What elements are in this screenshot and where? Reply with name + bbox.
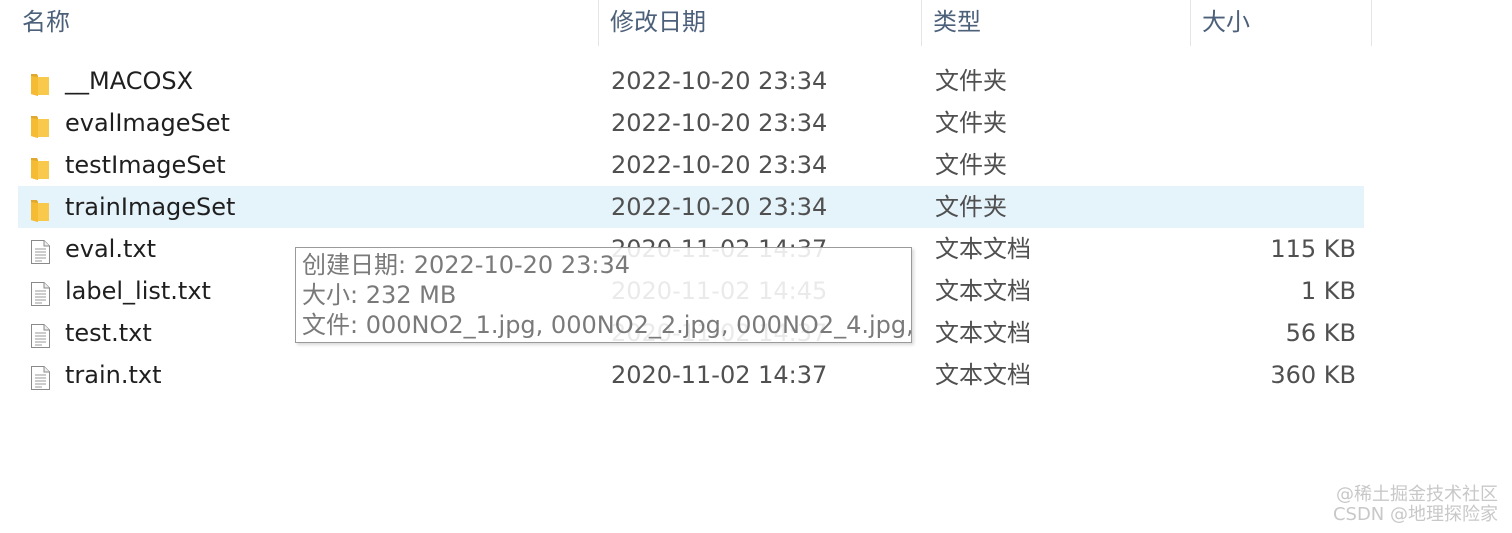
column-header-modified-label: 修改日期: [610, 8, 706, 36]
file-type: 文件夹: [935, 151, 1007, 179]
text-file-icon: [28, 278, 52, 306]
file-name: __MACOSX: [65, 67, 194, 95]
tooltip-size: 大小: 232 MB: [302, 281, 457, 309]
folder-info-tooltip: 创建日期: 2022-10-20 23:34 大小: 232 MB 文件: 00…: [295, 247, 912, 343]
file-name: trainImageSet: [65, 193, 236, 221]
column-divider[interactable]: [921, 0, 922, 46]
file-modified-date: 2022-10-20 23:34: [611, 109, 828, 137]
file-type: 文件夹: [935, 109, 1007, 137]
file-row[interactable]: testImageSet 2022-10-20 23:34 文件夹: [18, 144, 1364, 186]
watermark: @稀土掘金技术社区 CSDN @地理探险家: [1333, 485, 1498, 525]
column-divider[interactable]: [598, 0, 599, 46]
column-header-size-label: 大小: [1202, 8, 1250, 36]
folder-icon: [28, 152, 52, 180]
text-file-icon: [28, 320, 52, 348]
file-type: 文本文档: [935, 235, 1031, 263]
file-type: 文件夹: [935, 193, 1007, 221]
folder-icon: [28, 110, 52, 138]
column-header-modified[interactable]: 修改日期: [600, 0, 922, 46]
file-row[interactable]: evalImageSet 2022-10-20 23:34 文件夹: [18, 102, 1364, 144]
file-list: __MACOSX 2022-10-20 23:34 文件夹 evalImageSet 2…: [18, 60, 1364, 396]
file-name: train.txt: [65, 361, 162, 389]
file-type: 文本文档: [935, 319, 1031, 347]
file-name: eval.txt: [65, 235, 156, 263]
column-header-size[interactable]: 大小: [1192, 0, 1372, 46]
file-size: 115 KB: [1270, 235, 1356, 263]
text-file-icon: [28, 362, 52, 390]
file-type: 文本文档: [935, 361, 1031, 389]
file-size: 56 KB: [1285, 319, 1356, 347]
watermark-line-1: @稀土掘金技术社区: [1336, 484, 1498, 505]
watermark-line-2: CSDN @地理探险家: [1332, 504, 1498, 525]
file-modified-date: 2022-10-20 23:34: [611, 151, 828, 179]
text-file-icon: [28, 236, 52, 264]
file-name: testImageSet: [65, 151, 226, 179]
file-modified-date: 2020-11-02 14:37: [611, 361, 828, 389]
file-modified-date: 2022-10-20 23:34: [611, 67, 828, 95]
file-row[interactable]: train.txt 2020-11-02 14:37 文本文档 360 KB: [18, 354, 1364, 396]
column-divider[interactable]: [1190, 0, 1191, 46]
file-size: 1 KB: [1300, 277, 1356, 305]
folder-icon: [28, 194, 52, 222]
column-header-name-label: 名称: [22, 8, 70, 36]
file-modified-date: 2022-10-20 23:34: [611, 193, 828, 221]
file-explorer: ^ 名称 修改日期 类型 大小 __MACOSX 2022-10-20 23:34…: [0, 0, 1512, 533]
column-header-type[interactable]: 类型: [923, 0, 1191, 46]
file-type: 文件夹: [935, 67, 1007, 95]
file-name: evalImageSet: [65, 109, 230, 137]
file-row[interactable]: __MACOSX 2022-10-20 23:34 文件夹: [18, 60, 1364, 102]
file-name: test.txt: [65, 319, 152, 347]
column-divider[interactable]: [1371, 0, 1372, 46]
file-type: 文本文档: [935, 277, 1031, 305]
column-header-type-label: 类型: [933, 8, 981, 36]
tooltip-created-date: 创建日期: 2022-10-20 23:34: [302, 251, 630, 279]
file-name: label_list.txt: [65, 277, 211, 305]
column-header-name[interactable]: 名称: [12, 0, 599, 46]
folder-icon: [28, 68, 52, 96]
tooltip-file-list: 文件: 000NO2_1.jpg, 000NO2_2.jpg, 000NO2_4…: [302, 311, 912, 339]
file-size: 360 KB: [1270, 361, 1356, 389]
file-row[interactable]: trainImageSet 2022-10-20 23:34 文件夹: [18, 186, 1364, 228]
column-header-bar: ^ 名称 修改日期 类型 大小: [0, 0, 1372, 46]
